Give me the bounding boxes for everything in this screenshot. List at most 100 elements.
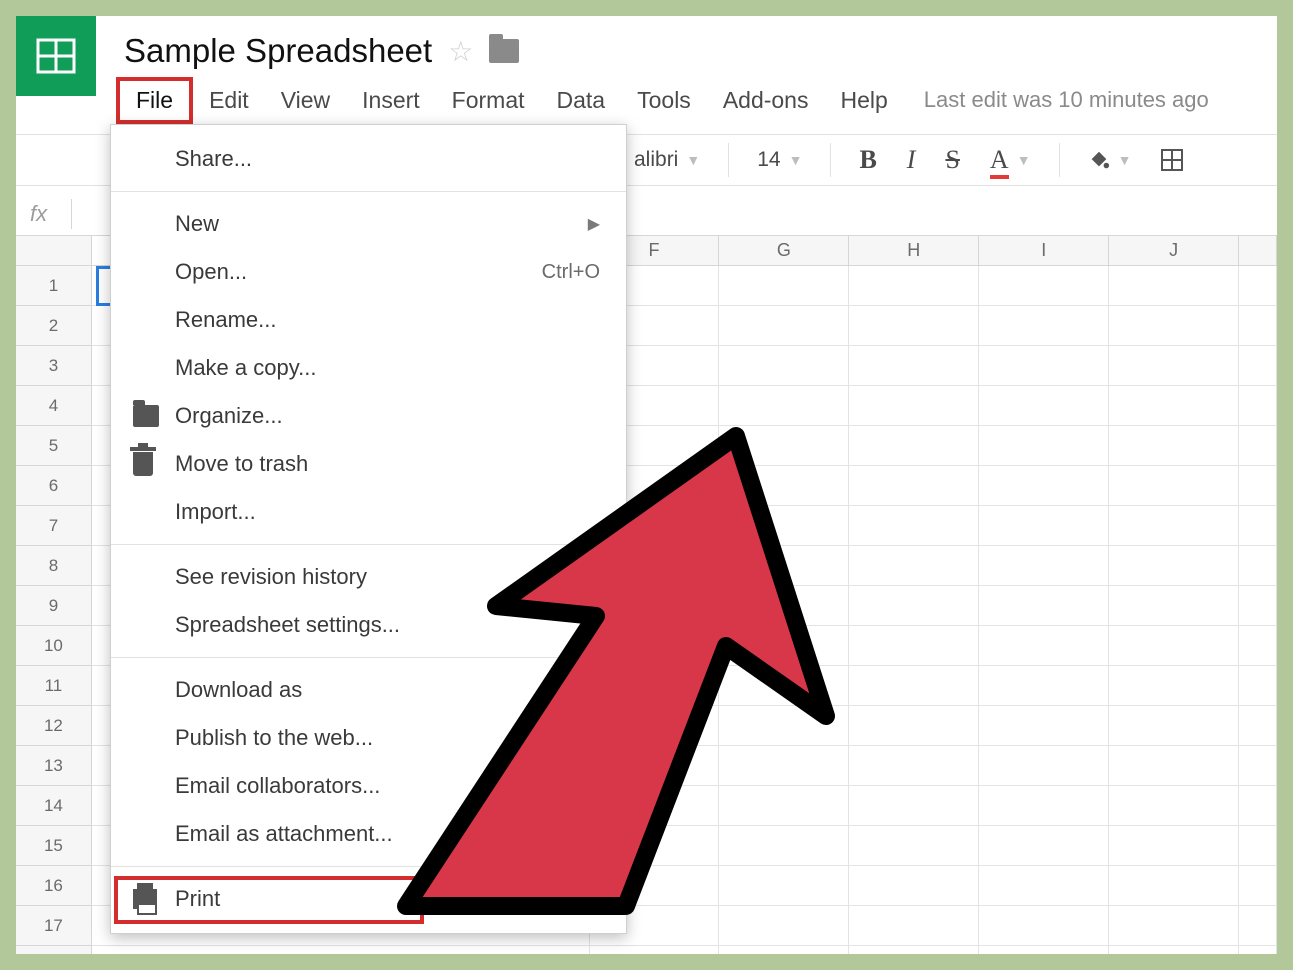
menu-edit[interactable]: Edit — [193, 81, 265, 120]
bold-button[interactable]: B — [849, 141, 886, 179]
cell[interactable] — [1239, 866, 1277, 906]
menu-item-new[interactable]: New▶ — [111, 200, 626, 248]
italic-button[interactable]: I — [897, 141, 926, 179]
row-header[interactable]: 5 — [16, 426, 92, 466]
cell[interactable] — [719, 866, 849, 906]
cell[interactable] — [1239, 946, 1277, 970]
cell[interactable] — [719, 946, 849, 970]
row-header[interactable]: 1 — [16, 266, 92, 306]
menu-view[interactable]: View — [265, 81, 346, 120]
folder-icon[interactable] — [489, 39, 519, 63]
cell[interactable] — [849, 346, 979, 386]
cell[interactable] — [849, 786, 979, 826]
cell[interactable] — [1109, 906, 1239, 946]
cell[interactable] — [1109, 266, 1239, 306]
cell[interactable] — [849, 266, 979, 306]
document-title[interactable]: Sample Spreadsheet — [124, 32, 432, 70]
menu-item-email-collaborators[interactable]: Email collaborators... — [111, 762, 626, 810]
cell[interactable] — [1239, 466, 1277, 506]
menu-item-download-as[interactable]: Download as — [111, 666, 626, 714]
cell[interactable] — [979, 546, 1109, 586]
cell[interactable] — [979, 386, 1109, 426]
cell[interactable] — [1239, 426, 1277, 466]
menu-item-make-copy[interactable]: Make a copy... — [111, 344, 626, 392]
row-header[interactable]: 6 — [16, 466, 92, 506]
cell[interactable] — [719, 906, 849, 946]
cell[interactable] — [1109, 426, 1239, 466]
cell[interactable] — [719, 266, 849, 306]
column-header[interactable]: J — [1109, 236, 1239, 266]
cell[interactable] — [979, 506, 1109, 546]
menu-insert[interactable]: Insert — [346, 81, 436, 120]
cell[interactable] — [1239, 506, 1277, 546]
menu-item-revision-history[interactable]: See revision historyCtrl+Alt — [111, 553, 626, 601]
cell[interactable] — [1109, 826, 1239, 866]
cell[interactable] — [719, 666, 849, 706]
cell[interactable] — [979, 786, 1109, 826]
cell[interactable] — [719, 786, 849, 826]
cell[interactable] — [849, 906, 979, 946]
cell[interactable] — [849, 506, 979, 546]
cell[interactable] — [719, 306, 849, 346]
cell[interactable] — [979, 586, 1109, 626]
row-header[interactable]: 13 — [16, 746, 92, 786]
cell[interactable] — [979, 946, 1109, 970]
row-header[interactable]: 7 — [16, 506, 92, 546]
cell[interactable] — [1109, 626, 1239, 666]
strikethrough-button[interactable]: S — [935, 141, 969, 179]
cell[interactable] — [979, 626, 1109, 666]
cell[interactable] — [1109, 466, 1239, 506]
menu-help[interactable]: Help — [824, 81, 903, 120]
cell[interactable] — [719, 746, 849, 786]
cell[interactable] — [92, 946, 590, 970]
cell[interactable] — [849, 666, 979, 706]
row-header[interactable]: 16 — [16, 866, 92, 906]
row-header[interactable]: 12 — [16, 706, 92, 746]
column-header[interactable]: G — [719, 236, 849, 266]
font-select[interactable]: alibri ▼ — [624, 144, 710, 176]
cell[interactable] — [719, 386, 849, 426]
cell[interactable] — [849, 546, 979, 586]
row-header[interactable]: 4 — [16, 386, 92, 426]
cell[interactable] — [849, 946, 979, 970]
cell[interactable] — [979, 746, 1109, 786]
cell[interactable] — [1109, 786, 1239, 826]
menu-item-email-attachment[interactable]: Email as attachment... — [111, 810, 626, 858]
menu-tools[interactable]: Tools — [621, 81, 707, 120]
cell[interactable] — [1109, 666, 1239, 706]
cell[interactable] — [1109, 346, 1239, 386]
menu-addons[interactable]: Add-ons — [707, 81, 825, 120]
cell[interactable] — [1109, 386, 1239, 426]
menu-item-rename[interactable]: Rename... — [111, 296, 626, 344]
menu-item-publish-web[interactable]: Publish to the web... — [111, 714, 626, 762]
cell[interactable] — [1239, 346, 1277, 386]
cell[interactable] — [849, 826, 979, 866]
row-header[interactable]: 11 — [16, 666, 92, 706]
cell[interactable] — [849, 866, 979, 906]
cell[interactable] — [1239, 706, 1277, 746]
cell[interactable] — [590, 946, 720, 970]
cell[interactable] — [1109, 706, 1239, 746]
star-icon[interactable]: ☆ — [448, 35, 473, 68]
borders-button[interactable] — [1151, 145, 1193, 175]
cell[interactable] — [719, 826, 849, 866]
cell[interactable] — [979, 346, 1109, 386]
cell[interactable] — [1239, 906, 1277, 946]
menu-item-spreadsheet-settings[interactable]: Spreadsheet settings... — [111, 601, 626, 649]
cell[interactable] — [1239, 386, 1277, 426]
menu-item-organize[interactable]: Organize... — [111, 392, 626, 440]
cell[interactable] — [1109, 946, 1239, 970]
column-header[interactable]: H — [849, 236, 979, 266]
cell[interactable] — [979, 306, 1109, 346]
cell[interactable] — [719, 426, 849, 466]
select-all-cell[interactable] — [16, 236, 92, 266]
text-color-button[interactable]: A ▼ — [980, 141, 1041, 179]
cell[interactable] — [719, 546, 849, 586]
cell[interactable] — [719, 466, 849, 506]
menu-item-import[interactable]: Import... — [111, 488, 626, 536]
menu-file[interactable]: File — [116, 77, 193, 124]
row-header[interactable]: 9 — [16, 586, 92, 626]
cell[interactable] — [1109, 866, 1239, 906]
cell[interactable] — [1239, 826, 1277, 866]
font-size-select[interactable]: 14 ▼ — [747, 144, 812, 176]
